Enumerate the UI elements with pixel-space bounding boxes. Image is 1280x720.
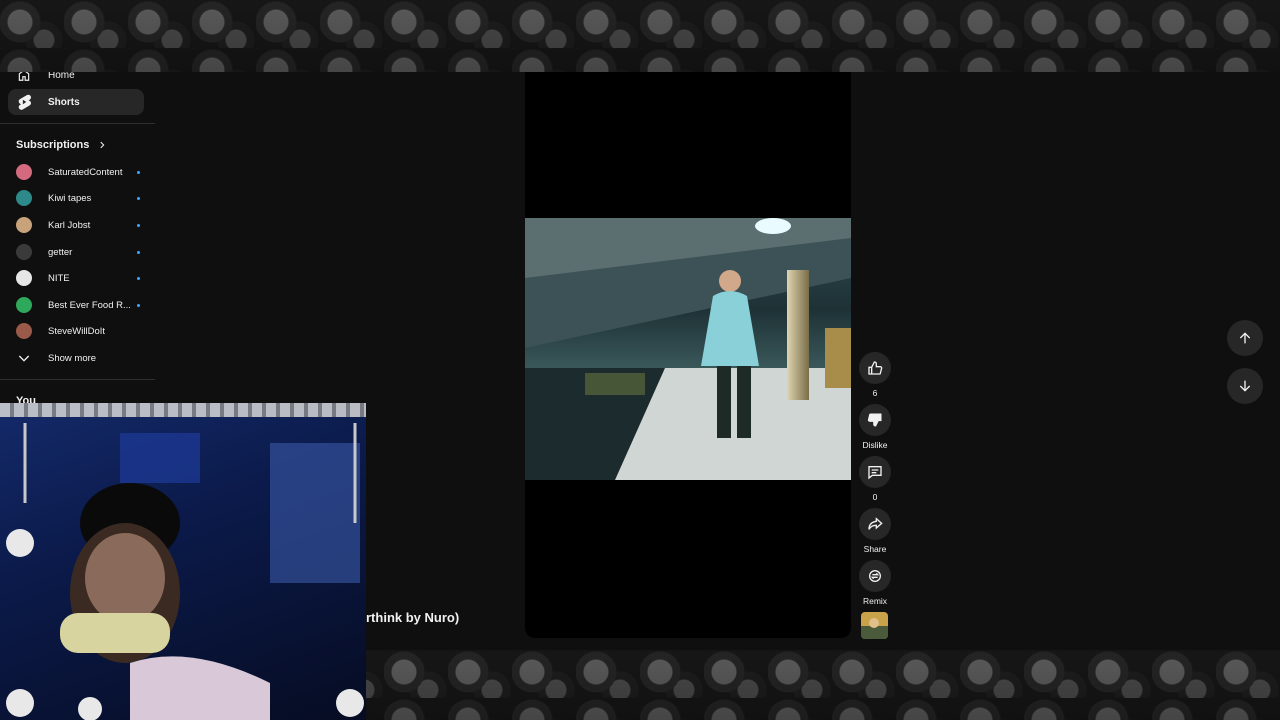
skull-overlay-top — [0, 0, 1280, 72]
channel-name: SteveWillDoIt — [48, 325, 106, 337]
thumbs-down-icon — [867, 413, 882, 427]
show-more-button[interactable]: Show more — [16, 348, 140, 368]
channel-avatar — [16, 164, 32, 180]
like-button[interactable] — [859, 352, 891, 384]
remix-icon — [869, 570, 881, 582]
sound-thumbnail[interactable] — [861, 612, 888, 639]
subscription-item[interactable]: Karl Jobst — [16, 215, 140, 235]
subscription-item[interactable]: Best Ever Food R... — [16, 295, 140, 315]
channel-avatar — [16, 217, 32, 233]
subscription-item[interactable]: getter — [16, 242, 140, 262]
shorts-icon — [16, 94, 32, 110]
new-content-dot — [137, 250, 140, 254]
comment-count: 0 — [872, 492, 878, 502]
channel-avatar — [16, 270, 32, 286]
shorts-player[interactable] — [525, 72, 851, 638]
webcam-frame-border — [0, 403, 366, 417]
remix-label: Remix — [862, 596, 888, 606]
share-button[interactable] — [859, 508, 891, 540]
arrow-down-icon — [1239, 380, 1251, 392]
channel-name: SaturatedContent — [48, 166, 123, 178]
channel-name: Best Ever Food R... — [48, 299, 131, 311]
video-scene — [525, 218, 851, 480]
new-content-dot — [137, 303, 140, 307]
channel-name: Karl Jobst — [48, 219, 91, 231]
channel-avatar — [16, 297, 32, 313]
subscription-item[interactable]: SaturatedContent — [16, 162, 140, 182]
dislike-label: Dislike — [862, 440, 888, 450]
channel-name: Kiwi tapes — [48, 192, 92, 204]
remix-button[interactable] — [859, 560, 891, 592]
sidebar-divider — [0, 379, 155, 380]
previous-short-button[interactable] — [1227, 320, 1263, 356]
new-content-dot — [137, 276, 140, 280]
subscriptions-header[interactable]: Subscriptions — [16, 139, 107, 151]
subscription-item[interactable]: Kiwi tapes — [16, 188, 140, 208]
channel-avatar — [16, 244, 32, 260]
dislike-button[interactable] — [859, 404, 891, 436]
like-count: 6 — [872, 388, 878, 398]
arrow-up-icon — [1239, 332, 1251, 344]
video-frame — [525, 218, 851, 480]
next-short-button[interactable] — [1227, 368, 1263, 404]
subscription-item[interactable]: NITE — [16, 268, 140, 288]
share-label: Share — [863, 544, 887, 554]
channel-avatar — [16, 323, 32, 339]
subscription-item[interactable]: SteveWillDoIt — [16, 321, 140, 341]
channel-avatar — [16, 190, 32, 206]
channel-name: getter — [48, 246, 73, 258]
new-content-dot — [137, 196, 140, 200]
short-title: rthink by Nuro) — [366, 610, 460, 625]
comment-icon — [868, 466, 882, 480]
thumbs-up-icon — [868, 361, 883, 375]
channel-name: NITE — [48, 272, 70, 284]
chevron-down-icon — [18, 355, 30, 362]
comments-button[interactable] — [859, 456, 891, 488]
chevron-right-icon — [100, 141, 105, 149]
subscriptions-title: Subscriptions — [16, 139, 90, 151]
webcam-scene — [6, 423, 364, 720]
new-content-dot — [137, 223, 140, 227]
new-content-dot — [137, 170, 140, 174]
share-icon — [868, 517, 883, 530]
webcam-overlay — [0, 403, 366, 720]
sidebar-divider — [0, 123, 155, 124]
show-more-label: Show more — [48, 352, 97, 364]
sidebar-item-shorts[interactable]: Shorts — [8, 89, 144, 115]
sidebar-item-label: Shorts — [48, 96, 80, 108]
